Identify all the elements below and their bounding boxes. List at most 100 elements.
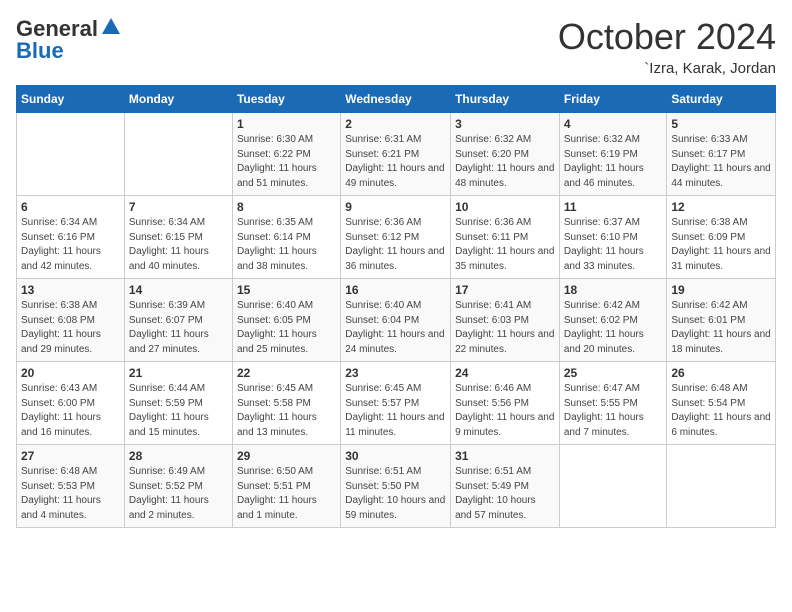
calendar-cell: 16 Sunrise: 6:40 AM Sunset: 6:04 PM Dayli… <box>341 279 451 362</box>
day-info: Sunrise: 6:49 AM Sunset: 5:52 PM Dayligh… <box>129 465 228 523</box>
calendar-cell: 30 Sunrise: 6:51 AM Sunset: 5:50 PM Dayli… <box>341 445 451 528</box>
day-number: 8 <box>237 200 336 214</box>
calendar-cell: 27 Sunrise: 6:48 AM Sunset: 5:53 PM Dayli… <box>17 445 125 528</box>
calendar-cell: 3 Sunrise: 6:32 AM Sunset: 6:20 PM Daylig… <box>451 113 560 196</box>
calendar-cell <box>124 113 232 196</box>
calendar-cell: 29 Sunrise: 6:50 AM Sunset: 5:51 PM Dayli… <box>232 445 340 528</box>
calendar-cell <box>667 445 776 528</box>
week-row-5: 27 Sunrise: 6:48 AM Sunset: 5:53 PM Dayli… <box>17 445 776 528</box>
day-number: 28 <box>129 449 228 463</box>
calendar-cell: 15 Sunrise: 6:40 AM Sunset: 6:05 PM Dayli… <box>232 279 340 362</box>
calendar-cell: 6 Sunrise: 6:34 AM Sunset: 6:16 PM Daylig… <box>17 196 125 279</box>
header-day-sunday: Sunday <box>17 86 125 113</box>
day-number: 9 <box>345 200 446 214</box>
day-info: Sunrise: 6:45 AM Sunset: 5:58 PM Dayligh… <box>237 382 336 440</box>
day-number: 4 <box>564 117 663 131</box>
week-row-4: 20 Sunrise: 6:43 AM Sunset: 6:00 PM Dayli… <box>17 362 776 445</box>
calendar-cell: 4 Sunrise: 6:32 AM Sunset: 6:19 PM Daylig… <box>559 113 667 196</box>
day-number: 19 <box>671 283 771 297</box>
logo-blue-text: Blue <box>16 38 64 64</box>
calendar-cell: 19 Sunrise: 6:42 AM Sunset: 6:01 PM Dayli… <box>667 279 776 362</box>
day-number: 20 <box>21 366 120 380</box>
calendar-cell: 20 Sunrise: 6:43 AM Sunset: 6:00 PM Dayli… <box>17 362 125 445</box>
calendar-cell: 18 Sunrise: 6:42 AM Sunset: 6:02 PM Dayli… <box>559 279 667 362</box>
header-row: SundayMondayTuesdayWednesdayThursdayFrid… <box>17 86 776 113</box>
day-info: Sunrise: 6:33 AM Sunset: 6:17 PM Dayligh… <box>671 133 771 191</box>
day-number: 26 <box>671 366 771 380</box>
day-info: Sunrise: 6:31 AM Sunset: 6:21 PM Dayligh… <box>345 133 446 191</box>
day-info: Sunrise: 6:36 AM Sunset: 6:11 PM Dayligh… <box>455 216 555 274</box>
day-info: Sunrise: 6:42 AM Sunset: 6:01 PM Dayligh… <box>671 299 771 357</box>
day-info: Sunrise: 6:32 AM Sunset: 6:20 PM Dayligh… <box>455 133 555 191</box>
day-number: 22 <box>237 366 336 380</box>
day-number: 11 <box>564 200 663 214</box>
calendar-cell <box>559 445 667 528</box>
page-header: General Blue October 2024 `Izra, Karak, … <box>16 16 776 77</box>
day-number: 16 <box>345 283 446 297</box>
day-info: Sunrise: 6:51 AM Sunset: 5:50 PM Dayligh… <box>345 465 446 523</box>
day-info: Sunrise: 6:35 AM Sunset: 6:14 PM Dayligh… <box>237 216 336 274</box>
day-number: 27 <box>21 449 120 463</box>
calendar-cell <box>17 113 125 196</box>
location-text: `Izra, Karak, Jordan <box>558 60 776 77</box>
day-info: Sunrise: 6:43 AM Sunset: 6:00 PM Dayligh… <box>21 382 120 440</box>
day-info: Sunrise: 6:34 AM Sunset: 6:16 PM Dayligh… <box>21 216 120 274</box>
calendar-cell: 13Sunrise: 6:38 AM Sunset: 6:08 PM Dayli… <box>17 279 125 362</box>
calendar-cell: 14Sunrise: 6:39 AM Sunset: 6:07 PM Dayli… <box>124 279 232 362</box>
calendar-cell: 11 Sunrise: 6:37 AM Sunset: 6:10 PM Dayli… <box>559 196 667 279</box>
calendar-cell: 28 Sunrise: 6:49 AM Sunset: 5:52 PM Dayli… <box>124 445 232 528</box>
day-info: Sunrise: 6:30 AM Sunset: 6:22 PM Dayligh… <box>237 133 336 191</box>
day-info: Sunrise: 6:41 AM Sunset: 6:03 PM Dayligh… <box>455 299 555 357</box>
title-block: October 2024 `Izra, Karak, Jordan <box>558 16 776 77</box>
day-info: Sunrise: 6:42 AM Sunset: 6:02 PM Dayligh… <box>564 299 663 357</box>
day-number: 18 <box>564 283 663 297</box>
day-number: 2 <box>345 117 446 131</box>
week-row-3: 13Sunrise: 6:38 AM Sunset: 6:08 PM Dayli… <box>17 279 776 362</box>
day-number: 15 <box>237 283 336 297</box>
logo: General Blue <box>16 16 122 64</box>
day-info: Sunrise: 6:47 AM Sunset: 5:55 PM Dayligh… <box>564 382 663 440</box>
day-info: Sunrise: 6:50 AM Sunset: 5:51 PM Dayligh… <box>237 465 336 523</box>
calendar-cell: 17 Sunrise: 6:41 AM Sunset: 6:03 PM Dayli… <box>451 279 560 362</box>
day-info: Sunrise: 6:32 AM Sunset: 6:19 PM Dayligh… <box>564 133 663 191</box>
day-number: 14 <box>129 283 228 297</box>
day-info: Sunrise: 6:51 AM Sunset: 5:49 PM Dayligh… <box>455 465 555 523</box>
day-info: Sunrise: 6:46 AM Sunset: 5:56 PM Dayligh… <box>455 382 555 440</box>
day-number: 17 <box>455 283 555 297</box>
day-number: 3 <box>455 117 555 131</box>
day-number: 6 <box>21 200 120 214</box>
calendar-cell: 5 Sunrise: 6:33 AM Sunset: 6:17 PM Daylig… <box>667 113 776 196</box>
calendar-table: SundayMondayTuesdayWednesdayThursdayFrid… <box>16 85 776 528</box>
day-info: Sunrise: 6:48 AM Sunset: 5:53 PM Dayligh… <box>21 465 120 523</box>
day-number: 10 <box>455 200 555 214</box>
calendar-cell: 23Sunrise: 6:45 AM Sunset: 5:57 PM Dayli… <box>341 362 451 445</box>
week-row-2: 6 Sunrise: 6:34 AM Sunset: 6:16 PM Daylig… <box>17 196 776 279</box>
calendar-cell: 22 Sunrise: 6:45 AM Sunset: 5:58 PM Dayli… <box>232 362 340 445</box>
calendar-cell: 2 Sunrise: 6:31 AM Sunset: 6:21 PM Daylig… <box>341 113 451 196</box>
calendar-cell: 9Sunrise: 6:36 AM Sunset: 6:12 PM Daylig… <box>341 196 451 279</box>
calendar-cell: 7Sunrise: 6:34 AM Sunset: 6:15 PM Daylig… <box>124 196 232 279</box>
calendar-cell: 25 Sunrise: 6:47 AM Sunset: 5:55 PM Dayli… <box>559 362 667 445</box>
day-info: Sunrise: 6:38 AM Sunset: 6:08 PM Dayligh… <box>21 299 120 357</box>
header-day-monday: Monday <box>124 86 232 113</box>
day-info: Sunrise: 6:37 AM Sunset: 6:10 PM Dayligh… <box>564 216 663 274</box>
calendar-cell: 8 Sunrise: 6:35 AM Sunset: 6:14 PM Daylig… <box>232 196 340 279</box>
calendar-body: 1Sunrise: 6:30 AM Sunset: 6:22 PM Daylig… <box>17 113 776 528</box>
day-info: Sunrise: 6:34 AM Sunset: 6:15 PM Dayligh… <box>129 216 228 274</box>
day-number: 5 <box>671 117 771 131</box>
day-number: 23 <box>345 366 446 380</box>
calendar-cell: 21Sunrise: 6:44 AM Sunset: 5:59 PM Dayli… <box>124 362 232 445</box>
day-number: 25 <box>564 366 663 380</box>
calendar-cell: 24Sunrise: 6:46 AM Sunset: 5:56 PM Dayli… <box>451 362 560 445</box>
month-title: October 2024 <box>558 16 776 58</box>
header-day-friday: Friday <box>559 86 667 113</box>
day-number: 30 <box>345 449 446 463</box>
day-info: Sunrise: 6:40 AM Sunset: 6:05 PM Dayligh… <box>237 299 336 357</box>
day-info: Sunrise: 6:40 AM Sunset: 6:04 PM Dayligh… <box>345 299 446 357</box>
day-number: 12 <box>671 200 771 214</box>
header-day-tuesday: Tuesday <box>232 86 340 113</box>
calendar-cell: 31Sunrise: 6:51 AM Sunset: 5:49 PM Dayli… <box>451 445 560 528</box>
day-number: 29 <box>237 449 336 463</box>
day-info: Sunrise: 6:48 AM Sunset: 5:54 PM Dayligh… <box>671 382 771 440</box>
calendar-cell: 10 Sunrise: 6:36 AM Sunset: 6:11 PM Dayli… <box>451 196 560 279</box>
